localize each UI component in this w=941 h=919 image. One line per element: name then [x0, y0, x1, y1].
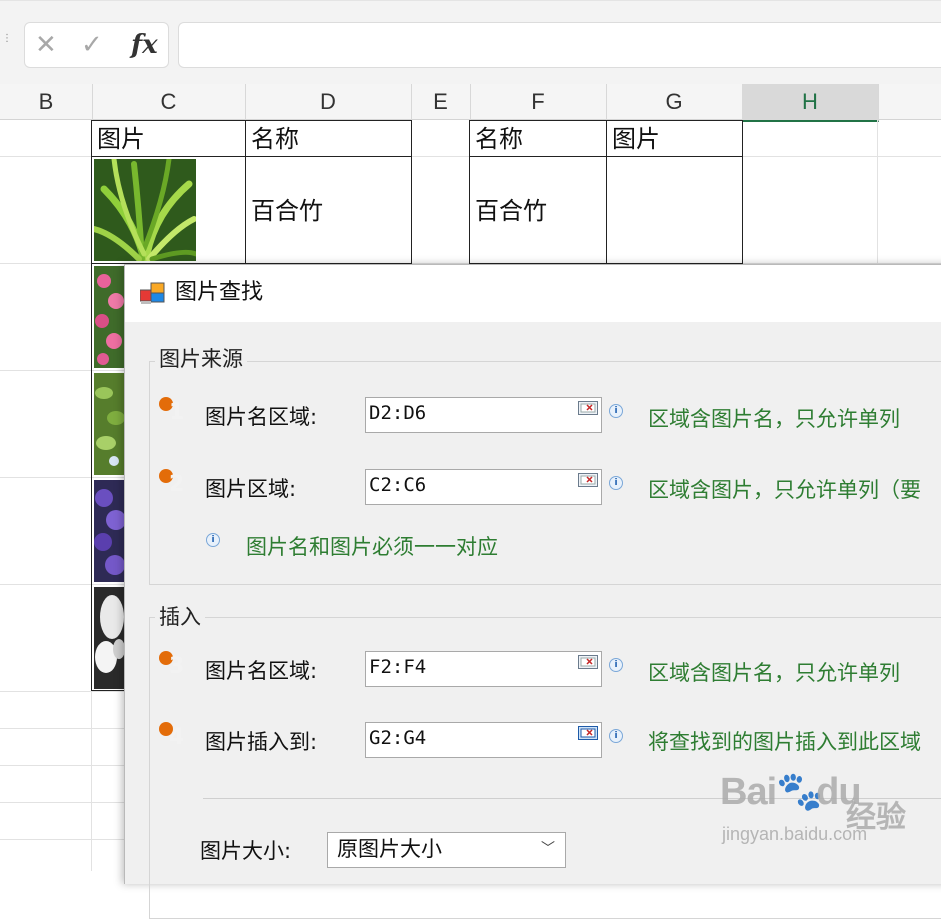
range-picker-icon [578, 726, 598, 740]
step-3-badge: 3 [159, 651, 189, 681]
source-pic-range-input[interactable]: C2:C6 [365, 469, 602, 505]
source-name-range-hint: 区域含图片名，只允许单列 [648, 407, 900, 431]
column-header-g[interactable]: G [606, 84, 743, 120]
cell-g2[interactable] [606, 156, 743, 264]
source-group-title: 图片来源 [155, 345, 247, 373]
info-icon[interactable]: i [609, 404, 623, 418]
formula-buttons: ✕ ✓ fx [24, 22, 169, 68]
cell-c1[interactable]: 图片 [91, 120, 246, 157]
cell-f1[interactable]: 名称 [469, 120, 607, 157]
cell-d2[interactable]: 百合竹 [245, 156, 412, 264]
dialog-title: 图片查找 [175, 280, 264, 305]
match-note: 图片名和图片必须一一对应 [246, 535, 498, 559]
source-pic-range-hint: 区域含图片，只允许单列（要 [648, 478, 921, 502]
range-picker-icon [578, 473, 598, 487]
range-picker-icon [578, 401, 598, 415]
info-icon[interactable]: i [609, 729, 623, 743]
formula-input[interactable] [178, 22, 941, 68]
column-header-b[interactable]: B [0, 84, 93, 120]
info-icon[interactable]: i [206, 533, 220, 547]
step-1-badge: 1 [159, 397, 189, 427]
step-2-badge: 2 [159, 469, 189, 499]
plant-image-white-flower[interactable] [94, 587, 125, 689]
chevron-down-icon: ﹀ [541, 841, 555, 857]
column-header-d[interactable]: D [245, 84, 412, 120]
check-icon[interactable]: ✓ [81, 28, 103, 62]
column-header-f[interactable]: F [470, 84, 607, 120]
baidu-watermark: Bai🐾du 经验 jingyan.baidu.com [720, 771, 906, 844]
function-icon[interactable]: fx [131, 28, 158, 62]
cell-d1[interactable]: 名称 [245, 120, 412, 157]
column-headers: B C D E F G H [0, 84, 941, 122]
info-icon[interactable]: i [609, 476, 623, 490]
column-header-c[interactable]: C [92, 84, 246, 120]
range-picker-icon [578, 655, 598, 669]
insert-name-range-hint: 区域含图片名，只允许单列 [648, 661, 900, 685]
insert-group-title: 插入 [155, 603, 205, 631]
size-select[interactable]: 原图片大小 ﹀ [327, 832, 566, 868]
drag-handle-icon[interactable]: ⋮ [2, 34, 12, 54]
dialog-titlebar[interactable]: 图片查找 [125, 265, 941, 322]
insert-name-range-label: 图片名区域: [205, 659, 318, 683]
source-pic-range-label: 图片区域: [205, 477, 297, 501]
column-header-e[interactable]: E [411, 84, 471, 120]
info-icon[interactable]: i [609, 658, 623, 672]
insert-name-range-input[interactable]: F2:F4 [365, 651, 602, 687]
insert-target-input[interactable]: G2:G4 [365, 722, 602, 758]
cell-f2[interactable]: 百合竹 [469, 156, 607, 264]
source-name-range-input[interactable]: D2:D6 [365, 397, 602, 433]
source-name-range-label: 图片名区域: [205, 405, 318, 429]
insert-target-label: 图片插入到: [205, 730, 318, 754]
app-icon [139, 281, 166, 305]
close-icon[interactable]: ✕ [35, 28, 57, 62]
plant-image-purple-flowers[interactable] [94, 480, 125, 582]
cell-g1[interactable]: 图片 [606, 120, 743, 157]
size-label: 图片大小: [200, 839, 292, 863]
step-4-badge: 4 [159, 722, 189, 752]
plant-image-pink-flowers[interactable] [94, 266, 125, 368]
column-header-h[interactable]: H [742, 84, 879, 122]
plant-image-lucky-bamboo[interactable] [94, 159, 196, 261]
plant-image-green-leaves[interactable] [94, 373, 125, 475]
paw-icon: 🐾 [776, 771, 823, 813]
insert-target-hint: 将查找到的图片插入到此区域 [648, 730, 921, 754]
